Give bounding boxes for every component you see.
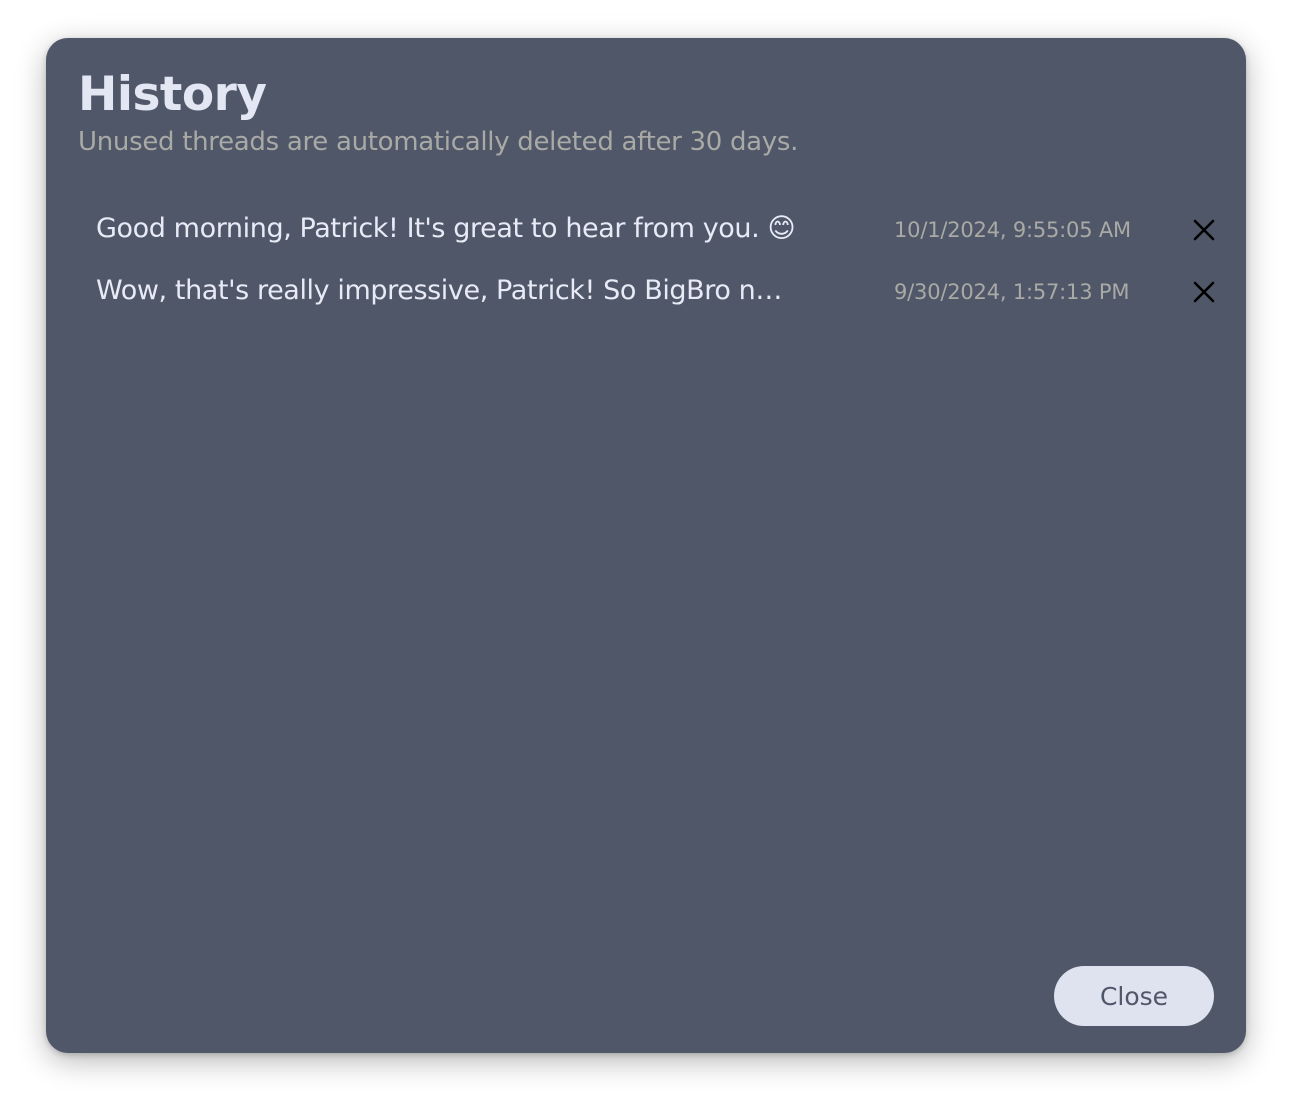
thread-title[interactable]: Wow, that's really impressive, Patrick! … — [96, 274, 796, 308]
thread-item[interactable]: Wow, that's really impressive, Patrick! … — [46, 260, 1246, 322]
thread-timestamp: 9/30/2024, 1:57:13 PM — [894, 280, 1130, 304]
close-x-icon — [1193, 219, 1215, 241]
delete-thread-button[interactable] — [1188, 217, 1220, 243]
thread-timestamp: 10/1/2024, 9:55:05 AM — [894, 218, 1131, 242]
dialog-title: History — [78, 67, 267, 122]
dialog-subtitle: Unused threads are automatically deleted… — [78, 127, 799, 157]
thread-list: Good morning, Patrick! It's great to hea… — [46, 198, 1246, 322]
close-button[interactable]: Close — [1054, 966, 1214, 1026]
history-dialog: History Unused threads are automatically… — [46, 38, 1246, 1053]
thread-item[interactable]: Good morning, Patrick! It's great to hea… — [46, 198, 1246, 260]
close-x-icon — [1193, 281, 1215, 303]
thread-title[interactable]: Good morning, Patrick! It's great to hea… — [96, 212, 796, 246]
delete-thread-button[interactable] — [1188, 279, 1220, 305]
